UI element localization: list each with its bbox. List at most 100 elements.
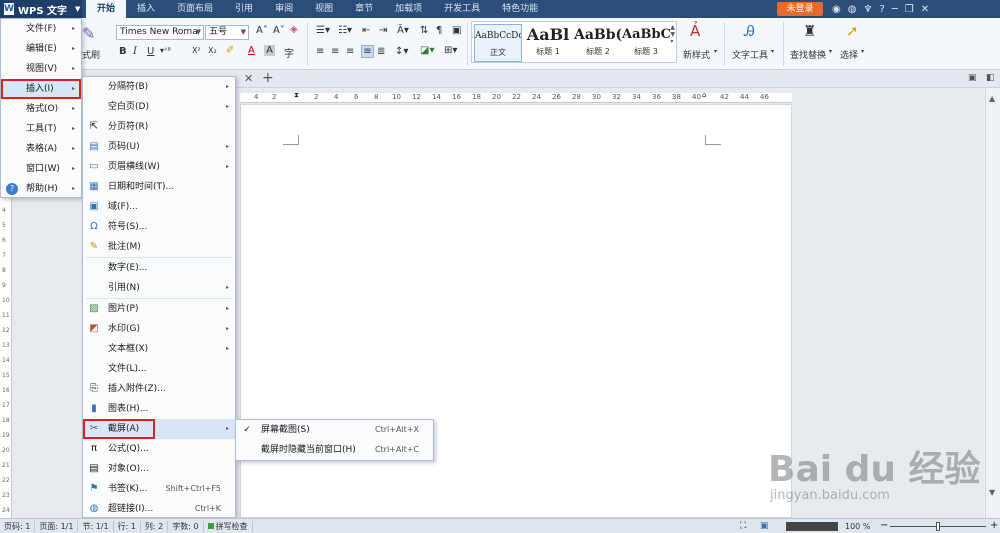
menu-item-insert[interactable]: 插入(I) ▸ — [1, 79, 81, 99]
tab-view[interactable]: 视图 — [304, 0, 344, 18]
style-normal[interactable]: AaBbCcDc 正文 — [474, 24, 522, 62]
tab-page-layout[interactable]: 页面布局 — [166, 0, 224, 18]
spell-check-toggle[interactable]: 拼写检查 — [204, 520, 253, 532]
insert-textbox[interactable]: 文本框(X) ▸ — [83, 339, 235, 359]
shading-icon[interactable]: ◪▾ — [420, 45, 434, 56]
menu-item-table[interactable]: 表格(A) ▸ — [1, 139, 81, 159]
borders-icon[interactable]: ⊞▾ — [444, 45, 457, 56]
tab-home[interactable]: 开始 — [86, 0, 127, 18]
wps-app-menu-button[interactable]: W WPS 文字 ▼ — [0, 0, 82, 18]
right-indent-marker-icon[interactable]: ⌂ — [702, 91, 706, 99]
insert-page-break[interactable]: ⇱ 分页符(R) — [83, 117, 235, 137]
insert-file[interactable]: 文件(L)... — [83, 359, 235, 379]
help-icon[interactable]: ? — [879, 4, 884, 15]
screen-capture-item[interactable]: ✓ 屏幕截图(S) Ctrl+Alt+X — [236, 420, 433, 440]
font-size-select[interactable]: 五号 ▼ — [205, 25, 249, 40]
new-style-button[interactable]: 新样式 — [683, 48, 710, 61]
menu-item-edit[interactable]: 编辑(E) ▸ — [1, 39, 81, 59]
insert-formula[interactable]: π 公式(Q)... — [83, 439, 235, 459]
horizontal-ruler[interactable]: 4 2 2 4 6 8 10 12 14 16 18 20 22 24 26 2… — [240, 91, 792, 103]
bold-button[interactable]: B — [119, 46, 127, 57]
menu-item-tools[interactable]: 工具(T) ▸ — [1, 119, 81, 139]
insert-picture[interactable]: ▨ 图片(P) ▸ — [83, 299, 235, 319]
font-color-icon[interactable]: A — [248, 45, 255, 56]
numbering-icon[interactable]: ☷▾ — [338, 25, 352, 36]
insert-page-number[interactable]: ▤ 页码(U) ▸ — [83, 137, 235, 157]
para-settings-icon[interactable]: ▣ — [452, 25, 461, 36]
skin-icon[interactable]: ◉ — [832, 4, 841, 15]
align-center-icon[interactable]: ≡ — [331, 46, 339, 57]
tab-addins[interactable]: 加载项 — [384, 0, 433, 18]
superscript-icon[interactable]: X² — [192, 46, 201, 55]
phonetic-icon[interactable]: 字 — [284, 45, 294, 60]
menu-item-file[interactable]: 文件(F) ▸ — [1, 19, 81, 39]
font-name-select[interactable]: Times New Roma ▼ — [116, 25, 204, 40]
strikethrough-icon[interactable]: ▾ᴬᴮ — [160, 46, 171, 55]
tab-special[interactable]: 特色功能 — [491, 0, 549, 18]
insert-blank-page[interactable]: 空白页(D) ▸ — [83, 97, 235, 117]
status-word-count[interactable]: 字数: 0 — [168, 520, 204, 532]
text-direction-icon[interactable]: Ā▾ — [397, 25, 409, 36]
indent-icon[interactable]: ⇥ — [379, 25, 387, 36]
menu-item-window[interactable]: 窗口(W) ▸ — [1, 159, 81, 179]
insert-date-time[interactable]: ▦ 日期和时间(T)... — [83, 177, 235, 197]
underline-button[interactable]: U — [147, 46, 154, 57]
page-view-icon[interactable]: ▣ — [760, 521, 769, 531]
style-heading-1[interactable]: AaBl 标题 1 — [524, 24, 572, 62]
minimize-icon[interactable]: ─ — [892, 4, 898, 15]
panel-toggle-icon[interactable]: ◧ — [986, 73, 995, 83]
insert-comment[interactable]: ✎ 批注(M) — [83, 237, 235, 257]
menu-item-help[interactable]: ? 帮助(H) ▸ — [1, 179, 81, 199]
close-doc-icon[interactable]: ✕ — [244, 72, 253, 85]
insert-screenshot[interactable]: ✂ 截屏(A) — [83, 419, 155, 439]
style-heading-3[interactable]: AaBbC 标题 3 — [622, 24, 670, 62]
close-icon[interactable]: ✕ — [921, 4, 929, 15]
bullets-icon[interactable]: ☰▾ — [316, 25, 330, 36]
text-tools-button[interactable]: 文字工具 — [732, 48, 768, 61]
subscript-icon[interactable]: X₂ — [208, 46, 217, 55]
grow-font-icon[interactable]: A˄ — [256, 25, 268, 36]
align-left-icon[interactable]: ≡ — [316, 46, 324, 57]
new-doc-icon[interactable]: + — [262, 70, 274, 86]
menu-item-view[interactable]: 视图(V) ▸ — [1, 59, 81, 79]
tab-review[interactable]: 审阅 — [264, 0, 304, 18]
tab-developer[interactable]: 开发工具 — [433, 0, 491, 18]
distribute-icon[interactable]: ≣ — [377, 46, 385, 57]
tab-insert[interactable]: 插入 — [126, 0, 166, 18]
shrink-font-icon[interactable]: A˅ — [273, 25, 285, 36]
insert-header-line[interactable]: ▭ 页眉横线(W) ▸ — [83, 157, 235, 177]
insert-reference[interactable]: 引用(N) ▸ — [83, 278, 235, 298]
sort-icon[interactable]: ⇅ — [420, 25, 428, 36]
shirt-icon[interactable]: ♆ — [863, 4, 872, 15]
format-painter-label[interactable]: 式刷 — [82, 48, 100, 61]
insert-object[interactable]: ▤ 对象(O)... — [83, 459, 235, 479]
insert-attachment[interactable]: ⎘ 插入附件(Z)... — [83, 379, 235, 399]
clear-format-icon[interactable]: ◈ — [290, 24, 298, 35]
insert-chart[interactable]: ▮ 图表(H)... — [83, 399, 235, 419]
restore-icon[interactable]: ❐ — [905, 4, 914, 15]
menu-item-format[interactable]: 格式(O) ▸ — [1, 99, 81, 119]
zoom-in-icon[interactable]: + — [990, 519, 998, 533]
panel-icon[interactable]: ▣ — [968, 73, 977, 83]
scroll-up-icon[interactable]: ▲ — [989, 94, 995, 103]
justify-icon[interactable]: ≡ — [361, 45, 374, 58]
align-right-icon[interactable]: ≡ — [346, 46, 354, 57]
insert-number[interactable]: 数字(E)... — [83, 258, 235, 278]
zoom-out-icon[interactable]: − — [880, 519, 888, 533]
highlight-icon[interactable]: ✐ — [226, 45, 234, 56]
indent-marker-icon[interactable]: ⧗ — [294, 91, 299, 100]
insert-watermark[interactable]: ◩ 水印(G) ▸ — [83, 319, 235, 339]
insert-bookmark[interactable]: ⚑ 书签(K)... Shift+Ctrl+F5 — [83, 479, 235, 499]
insert-separator[interactable]: 分隔符(B) ▸ — [83, 77, 235, 97]
fullscreen-icon[interactable]: ⛶ — [740, 521, 746, 531]
line-spacing-icon[interactable]: ↕▾ — [395, 46, 408, 57]
zoom-level[interactable]: 100 % — [845, 519, 870, 533]
tab-references[interactable]: 引用 — [224, 0, 264, 18]
outdent-icon[interactable]: ⇤ — [362, 25, 370, 36]
show-marks-icon[interactable]: ¶ — [436, 25, 442, 36]
tab-chapter[interactable]: 章节 — [344, 0, 384, 18]
italic-button[interactable]: I — [133, 46, 137, 57]
zoom-slider-knob[interactable] — [936, 522, 940, 531]
login-button[interactable]: 未登录 — [777, 2, 823, 16]
select-button[interactable]: 选择 — [840, 48, 858, 61]
